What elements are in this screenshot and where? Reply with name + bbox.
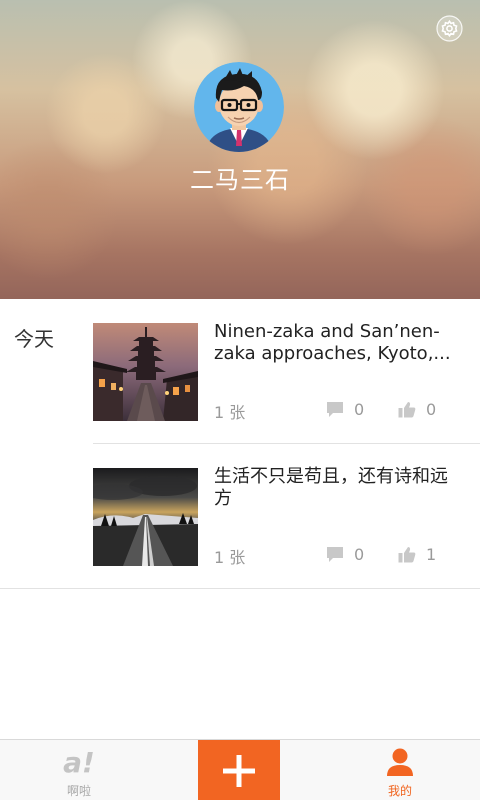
home-logo-text: a! <box>63 746 95 778</box>
photo-count: 1 张 <box>214 403 246 422</box>
like-button[interactable]: 1 <box>398 544 436 564</box>
comment-count: 0 <box>354 544 365 564</box>
gear-icon <box>436 15 463 42</box>
settings-button[interactable] <box>436 15 463 42</box>
screen: 二马三石 今天 Ninen-zaka and San’nen-zaka appr… <box>0 0 480 800</box>
tab-home[interactable]: a! 啊啦 <box>19 740 139 800</box>
like-count: 1 <box>426 544 437 564</box>
day-label: 今天 <box>14 327 54 351</box>
a-logo-icon: a! <box>63 746 95 778</box>
post-item[interactable]: Ninen-zaka and San’nen-zaka approaches, … <box>93 299 480 444</box>
tab-bar: a! 啊啦 我的 <box>0 739 480 800</box>
user-name: 二马三石 <box>190 166 290 194</box>
like-count: 0 <box>426 399 437 419</box>
avatar[interactable] <box>194 62 284 152</box>
post-item[interactable]: 生活不只是苟且，还有诗和远方 1 张 0 1 <box>93 444 480 589</box>
tab-mine[interactable]: 我的 <box>340 740 460 800</box>
comment-button[interactable]: 0 <box>326 544 364 564</box>
comment-icon <box>327 401 343 417</box>
comment-count: 0 <box>354 399 365 419</box>
comment-button[interactable]: 0 <box>326 399 364 419</box>
user-icon <box>387 748 413 776</box>
divider <box>0 588 480 589</box>
profile-header: 二马三石 <box>0 0 480 299</box>
avatar-image <box>194 62 284 152</box>
tab-home-label: 啊啦 <box>66 784 91 798</box>
tab-mine-label: 我的 <box>387 784 412 798</box>
post-thumbnail[interactable] <box>93 468 198 566</box>
post-title: 生活不只是苟且，还有诗和远方 <box>214 466 448 509</box>
like-button[interactable]: 0 <box>398 399 436 419</box>
road-sunset-photo <box>93 468 198 566</box>
post-thumbnail[interactable] <box>93 323 198 421</box>
post-title: Ninen-zaka and San’nen-zaka approaches, … <box>214 321 451 364</box>
pagoda-street-photo <box>93 323 198 421</box>
plus-icon <box>223 755 255 787</box>
photo-count: 1 张 <box>214 548 246 567</box>
thumbs-up-icon <box>398 401 416 417</box>
comment-icon <box>327 546 343 562</box>
thumbs-up-icon <box>398 546 416 562</box>
add-post-button[interactable] <box>198 740 280 800</box>
